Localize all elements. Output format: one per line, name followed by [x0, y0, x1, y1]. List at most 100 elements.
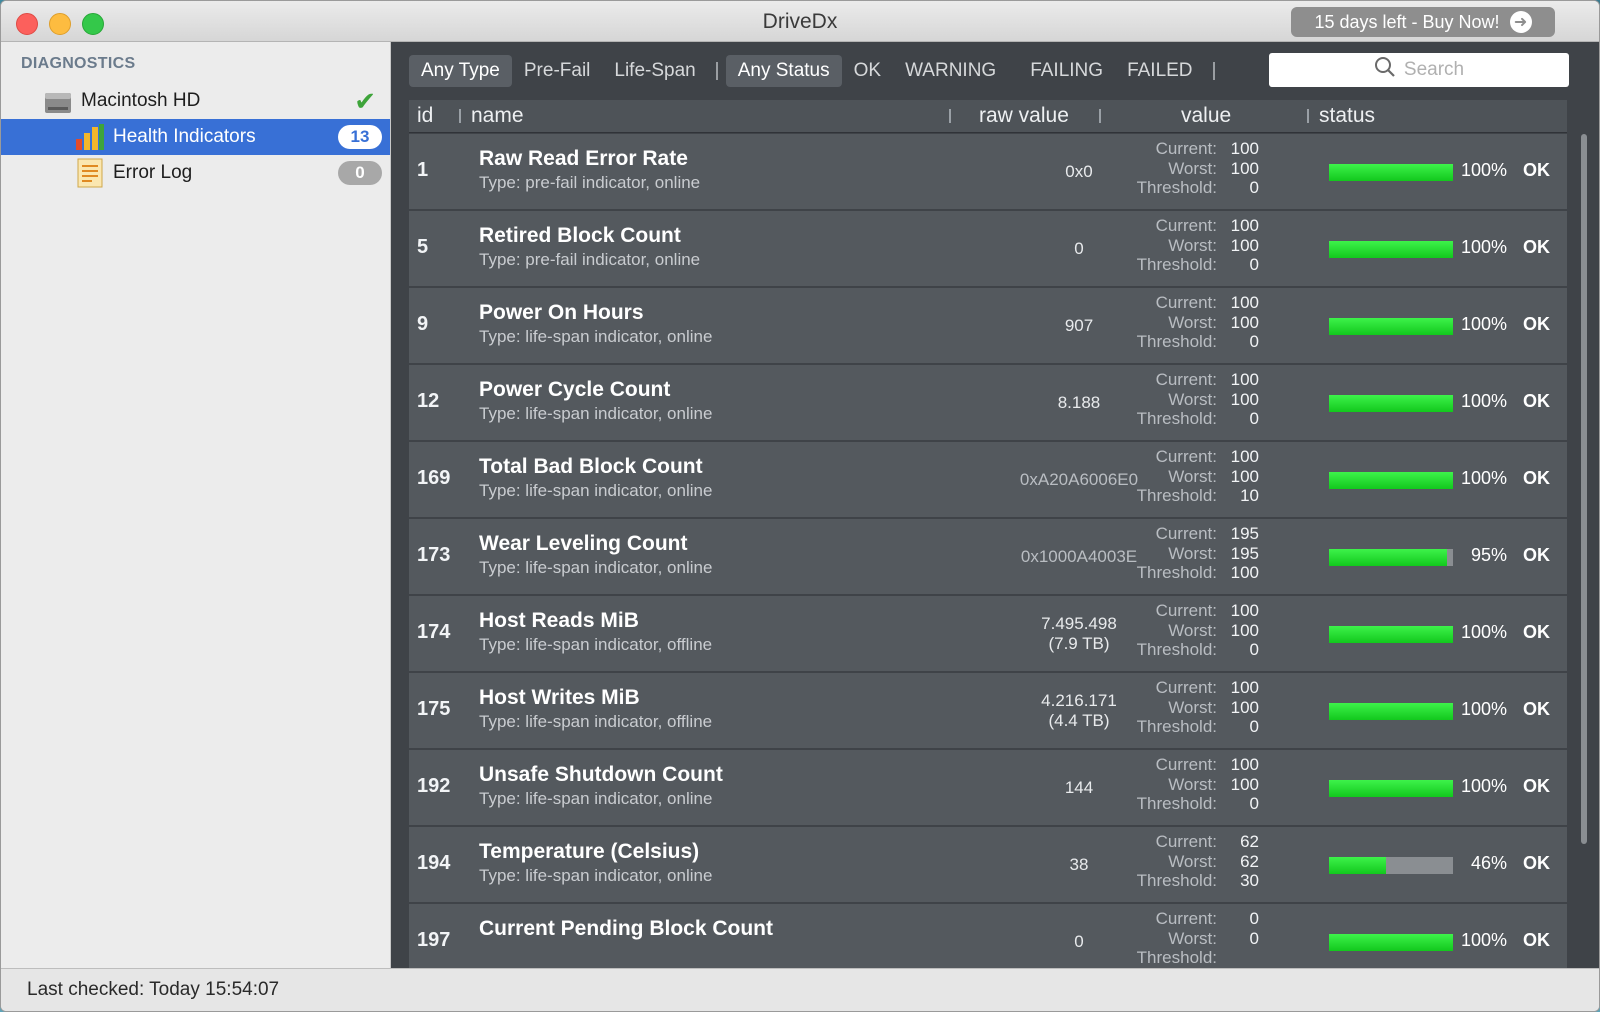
threshold-label: Threshold: — [1136, 178, 1217, 197]
filter-bar: Any Type Pre-Fail Life-Span Any Status O… — [409, 55, 1223, 87]
sidebar-item-health-indicators[interactable]: Health Indicators 13 — [1, 119, 390, 155]
worst-label: Worst: — [1168, 466, 1217, 486]
row-id: 1 — [417, 159, 429, 181]
column-status[interactable]: status — [1319, 104, 1375, 128]
threshold-value: 0 — [1249, 255, 1259, 274]
health-bar-fill — [1329, 318, 1453, 335]
health-percent: 100% — [1460, 391, 1507, 411]
filter-ok[interactable]: OK — [842, 55, 893, 87]
search-input[interactable]: Search — [1269, 53, 1569, 87]
worst-value: 100 — [1230, 235, 1259, 255]
health-bar-fill — [1329, 241, 1453, 258]
threshold-value: 0 — [1249, 178, 1259, 197]
worst-value: 100 — [1230, 620, 1259, 640]
row-id: 194 — [417, 852, 451, 874]
column-separator — [949, 109, 951, 123]
health-bar — [1329, 164, 1453, 181]
table-row[interactable]: 175 Host Writes MiB Type: life-span indica… — [409, 673, 1567, 748]
threshold-label: Threshold: — [1136, 332, 1217, 351]
column-id[interactable]: id — [417, 104, 433, 128]
row-type: Type: life-span indicator, offline — [479, 635, 713, 654]
table-row[interactable]: 174 Host Reads MiB Type: life-span indicat… — [409, 596, 1567, 671]
filter-separator — [715, 62, 718, 80]
current-label: Current: — [1155, 370, 1217, 389]
filter-pre-fail[interactable]: Pre-Fail — [512, 55, 603, 87]
count-badge: 13 — [338, 125, 382, 149]
row-values: Current: 100 Worst: 100 Threshold: 0 — [1119, 755, 1267, 814]
filter-warning[interactable]: WARNING — [893, 55, 1008, 87]
threshold-value — [1217, 948, 1259, 968]
table-row[interactable]: 194 Temperature (Celsius) Type: life-span … — [409, 827, 1567, 902]
checkmark-icon: ✔ — [354, 85, 376, 116]
row-values: Current: 100 Worst: 100 Threshold: 10 — [1119, 447, 1267, 506]
column-separator — [1099, 109, 1101, 123]
status-badge: OK — [1523, 622, 1550, 642]
status-bar: Last checked: Today 15:54:07 — [1, 968, 1599, 1011]
health-percent: 100% — [1460, 237, 1507, 257]
row-id: 12 — [417, 390, 440, 412]
filter-failing[interactable]: FAILING — [1008, 55, 1115, 87]
table-row[interactable]: 9 Power On Hours Type: life-span indicator… — [409, 288, 1567, 363]
column-value[interactable]: value — [1181, 104, 1231, 128]
current-value: 100 — [1230, 293, 1259, 312]
arrow-right-icon: ➜ — [1509, 11, 1532, 33]
current-value: 62 — [1240, 832, 1259, 851]
table-row[interactable]: 12 Power Cycle Count Type: life-span indic… — [409, 365, 1567, 440]
filter-failed[interactable]: FAILED — [1115, 55, 1204, 87]
worst-label: Worst: — [1168, 389, 1217, 409]
threshold-value: 0 — [1249, 794, 1259, 813]
table-row[interactable]: 197 Current Pending Block Count 0 Current: 0… — [409, 904, 1567, 968]
row-name: Power Cycle Count — [479, 378, 671, 401]
health-bar — [1329, 857, 1453, 874]
threshold-label: Threshold: — [1136, 409, 1217, 428]
sidebar-item-drive[interactable]: Macintosh HD ✔ — [1, 83, 390, 119]
row-name: Current Pending Block Count — [479, 917, 773, 940]
row-name: Wear Leveling Count — [479, 532, 688, 555]
column-name[interactable]: name — [471, 104, 524, 128]
threshold-value: 0 — [1249, 332, 1259, 351]
filter-life-span[interactable]: Life-Span — [602, 55, 707, 87]
health-bar-fill — [1329, 626, 1453, 643]
buy-now-button[interactable]: 15 days left - Buy Now! ➜ — [1291, 7, 1555, 37]
vertical-scrollbar[interactable] — [1581, 134, 1587, 844]
row-type: Type: life-span indicator, online — [479, 789, 713, 808]
threshold-value: 10 — [1240, 486, 1259, 505]
row-id: 174 — [417, 621, 451, 643]
sidebar-item-error-log[interactable]: Error Log 0 — [1, 155, 390, 191]
health-percent: 100% — [1460, 160, 1507, 180]
table-row[interactable]: 169 Total Bad Block Count Type: life-span … — [409, 442, 1567, 517]
row-type: Type: life-span indicator, online — [479, 404, 713, 423]
sidebar-item-label: Error Log — [113, 162, 193, 183]
main-panel: Any Type Pre-Fail Life-Span Any Status O… — [391, 42, 1599, 968]
row-type: Type: life-span indicator, online — [479, 558, 713, 577]
search-icon — [1374, 56, 1396, 84]
worst-value: 0 — [1249, 928, 1259, 948]
row-id: 197 — [417, 929, 451, 951]
status-badge: OK — [1523, 699, 1550, 719]
current-value: 100 — [1230, 447, 1259, 466]
health-bar — [1329, 934, 1453, 951]
threshold-value: 100 — [1230, 563, 1259, 582]
table-row[interactable]: 1 Raw Read Error Rate Type: pre-fail indic… — [409, 134, 1567, 209]
filter-any-status[interactable]: Any Status — [725, 55, 842, 87]
health-percent: 100% — [1460, 622, 1507, 642]
threshold-label: Threshold: — [1136, 717, 1217, 736]
row-values: Current: 100 Worst: 100 Threshold: 0 — [1119, 601, 1267, 660]
current-label: Current: — [1155, 524, 1217, 543]
column-separator — [459, 109, 461, 123]
document-icon — [77, 158, 103, 193]
current-label: Current: — [1155, 216, 1217, 235]
row-values: Current: 100 Worst: 100 Threshold: 0 — [1119, 216, 1267, 275]
status-badge: OK — [1523, 237, 1550, 257]
worst-label: Worst: — [1168, 697, 1217, 717]
filter-any-type[interactable]: Any Type — [409, 55, 512, 87]
current-value: 100 — [1230, 216, 1259, 235]
column-raw-value[interactable]: raw value — [979, 104, 1069, 128]
table-row[interactable]: 192 Unsafe Shutdown Count Type: life-span … — [409, 750, 1567, 825]
status-badge: OK — [1523, 468, 1550, 488]
app-window: DriveDx 15 days left - Buy Now! ➜ DIAGNO… — [0, 0, 1600, 1012]
table-row[interactable]: 173 Wear Leveling Count Type: life-span in… — [409, 519, 1567, 594]
current-label: Current: — [1155, 909, 1217, 928]
row-type: Type: life-span indicator, offline — [479, 712, 713, 731]
table-row[interactable]: 5 Retired Block Count Type: pre-fail indic… — [409, 211, 1567, 286]
